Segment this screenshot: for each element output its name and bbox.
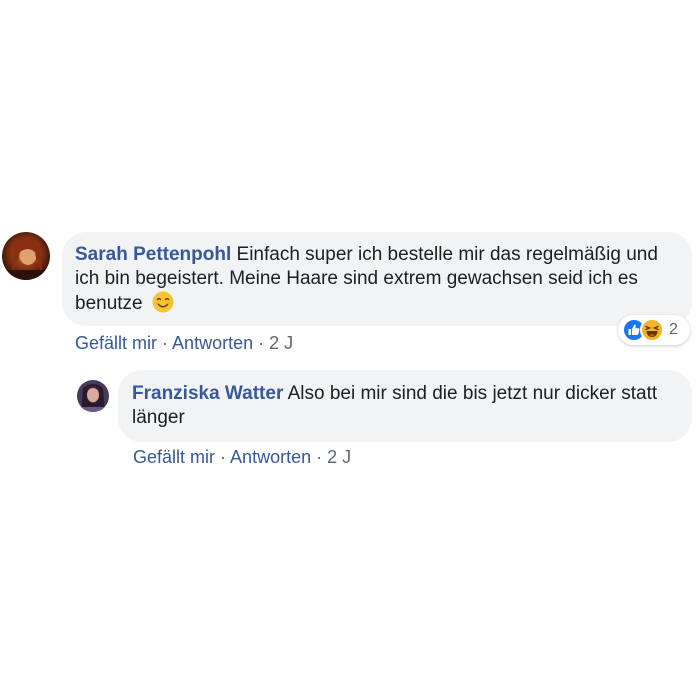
- separator: ·: [316, 447, 323, 467]
- timestamp[interactable]: 2 J: [327, 447, 351, 467]
- reply-link[interactable]: Antworten: [230, 447, 311, 467]
- like-link[interactable]: Gefällt mir: [133, 447, 215, 467]
- comment-actions: Gefällt mir · Antworten · 2 J: [133, 447, 351, 468]
- avatar[interactable]: [77, 380, 109, 412]
- separator: ·: [220, 447, 227, 467]
- comment-thread: Sarah Pettenpohl Einfach super ich beste…: [0, 0, 700, 700]
- comment-bubble: Franziska Watter Also bei mir sind die b…: [118, 370, 692, 442]
- avatar-photo: [77, 380, 109, 412]
- comment-author[interactable]: Franziska Watter: [132, 383, 283, 404]
- reply-comment: Franziska Watter Also bei mir sind die b…: [0, 0, 700, 480]
